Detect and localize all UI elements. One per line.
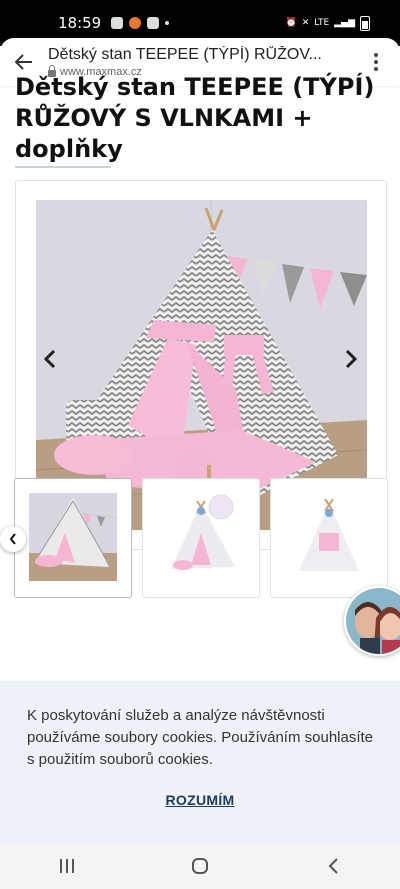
chevron-left-icon: [44, 350, 56, 368]
network-label: LTE: [314, 18, 330, 28]
thumbnail-1[interactable]: [14, 478, 132, 598]
alarm-icon: ⏰: [285, 18, 297, 28]
page-title: Dětský stan TEEPEE (TÝPÍ) RŮŽOV...: [48, 46, 322, 63]
recent-apps-button[interactable]: [47, 851, 87, 881]
app-notification-icon: [129, 17, 142, 29]
menu-button[interactable]: [374, 53, 378, 71]
product-title: Dětský stan TEEPEE (TÝPÍ) RŮŽOVÝ S VLNKA…: [15, 72, 385, 165]
menu-dot-icon: [374, 67, 378, 71]
message-notification-icon: [147, 17, 160, 29]
system-navigation-bar: [0, 843, 400, 889]
thumbnail-2[interactable]: [142, 478, 260, 598]
back-button[interactable]: [12, 50, 36, 74]
gallery-prev-button[interactable]: [40, 347, 60, 371]
thumbnail-image: [29, 493, 117, 581]
product-title-line: doplňky: [15, 135, 123, 163]
chevron-left-icon: [9, 533, 16, 545]
chevron-left-icon: [328, 858, 339, 874]
title-underline: [15, 166, 111, 168]
thumbnail-image: [157, 493, 245, 581]
more-notifications-icon: [165, 21, 170, 25]
system-back-button[interactable]: [313, 851, 353, 881]
product-title-line: RŮŽOVÝ S VLNKAMI +: [15, 104, 313, 132]
chevron-right-icon: [345, 350, 357, 368]
mute-icon: ✕: [301, 18, 310, 28]
thumbnail-3[interactable]: [270, 478, 388, 598]
cookie-text: K poskytování služeb a analýze návštěvno…: [27, 707, 374, 768]
home-button[interactable]: [180, 851, 220, 881]
avatar-image: [346, 588, 400, 654]
gallery-next-button[interactable]: [341, 347, 361, 371]
status-time: 18:59: [58, 14, 102, 32]
signal-icon: ▂▄▆: [334, 18, 355, 28]
system-icons: ⏰ ✕ LTE ▂▄▆: [285, 15, 370, 31]
thumbnail-strip: [14, 478, 400, 598]
product-title-line: Dětský stan TEEPEE (TÝPÍ): [15, 73, 375, 101]
menu-dot-icon: [374, 53, 378, 57]
notification-icons: [111, 17, 170, 29]
chat-avatar[interactable]: [344, 586, 400, 656]
recent-apps-icon: [59, 859, 74, 873]
battery-icon: [360, 15, 370, 31]
arrow-left-icon: [15, 54, 32, 70]
thumbnails-prev-button[interactable]: [0, 526, 26, 552]
gallery-notification-icon: [111, 17, 124, 29]
accept-cookies-button[interactable]: ROZUMÍM: [0, 792, 400, 808]
cookie-banner: K poskytování služeb a analýze návštěvno…: [0, 681, 400, 843]
menu-dot-icon: [374, 60, 378, 64]
thumbnail-image: [285, 493, 373, 581]
home-icon: [191, 858, 208, 874]
